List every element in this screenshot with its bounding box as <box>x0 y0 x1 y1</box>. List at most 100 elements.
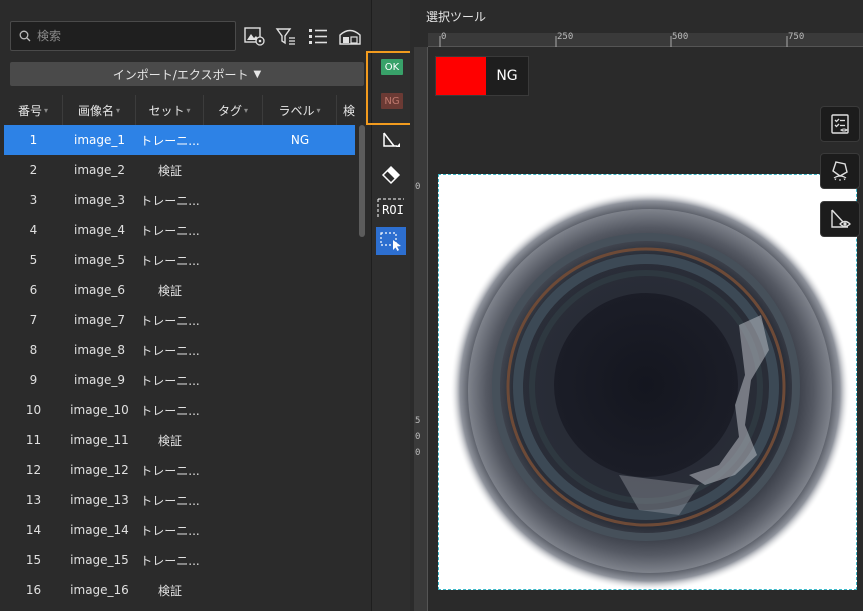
cell-image-name: image_8 <box>73 343 125 357</box>
table-row[interactable]: 14 image_14 トレーニ... <box>4 515 355 545</box>
column-header-image-name[interactable]: 画像名 ▾ <box>63 95 136 125</box>
table-row[interactable]: 8 image_8 トレーニ... <box>4 335 355 365</box>
cell-image-name: image_9 <box>73 373 125 387</box>
cell-number: 7 <box>29 313 38 327</box>
cell-label <box>263 425 337 455</box>
cell-label <box>263 335 337 365</box>
cell-label <box>263 365 337 395</box>
ok-label-button[interactable]: OK <box>381 59 403 75</box>
sort-icon: ▾ <box>186 105 191 115</box>
cell-number: 11 <box>25 433 42 447</box>
cell-number: 10 <box>25 403 42 417</box>
ruler-vertical <box>414 47 428 611</box>
table-row[interactable]: 4 image_4 トレーニ... <box>4 215 355 245</box>
inspection-image[interactable] <box>438 174 857 590</box>
filter-icon[interactable] <box>274 24 298 48</box>
eraser-icon[interactable] <box>376 160 406 188</box>
cell-label <box>263 275 337 305</box>
column-header-number[interactable]: 番号 ▾ <box>4 95 63 125</box>
cell-set: トレーニ... <box>140 193 200 208</box>
cell-tag <box>204 215 263 245</box>
polygon-tool-icon[interactable] <box>376 126 406 154</box>
cell-set: 検証 <box>157 163 182 178</box>
cell-tag <box>204 245 263 275</box>
ruler-tick-label: 0 <box>415 182 421 192</box>
cell-label <box>263 395 337 425</box>
cell-set: トレーニ... <box>140 493 200 508</box>
table-row[interactable]: 12 image_12 トレーニ... <box>4 455 355 485</box>
image-list-panel: インポート/エクスポート ▼ 番号▾ 画像名▾ セット▾ タグ▾ ラベル▾ 検 … <box>0 0 372 611</box>
cell-tag <box>204 125 263 155</box>
cell-label <box>263 215 337 245</box>
mask-view-icon[interactable] <box>820 201 860 237</box>
cell-verify <box>337 515 355 545</box>
column-header-tag[interactable]: タグ ▾ <box>204 95 263 125</box>
cell-verify <box>337 275 355 305</box>
search-input[interactable] <box>37 29 227 43</box>
cell-verify <box>337 335 355 365</box>
roi-tool-icon[interactable]: ROI <box>376 194 406 222</box>
ruler-tick-label: 0 <box>415 432 421 442</box>
cell-number: 2 <box>29 163 38 177</box>
table-scrollbar[interactable] <box>359 125 365 237</box>
table-row[interactable]: 1 image_1 トレーニ... NG <box>4 125 355 155</box>
cell-image-name: image_7 <box>73 313 125 327</box>
roi-label: ROI <box>382 203 404 217</box>
image-settings-icon[interactable] <box>243 24 267 48</box>
cell-verify <box>337 125 355 155</box>
select-tool-icon[interactable] <box>376 227 406 255</box>
cell-image-name: image_11 <box>70 433 129 447</box>
table-row[interactable]: 16 image_16 検証 <box>4 575 355 605</box>
column-header-verify[interactable]: 検 <box>337 95 359 125</box>
cell-set: トレーニ... <box>140 223 200 238</box>
cell-number: 9 <box>29 373 38 387</box>
cell-verify <box>337 455 355 485</box>
cell-tag <box>204 365 263 395</box>
table-row[interactable]: 3 image_3 トレーニ... <box>4 185 355 215</box>
import-export-button[interactable]: インポート/エクスポート ▼ <box>10 62 364 86</box>
table-row[interactable]: 15 image_15 トレーニ... <box>4 545 355 575</box>
cell-set: トレーニ... <box>140 253 200 268</box>
layout-icon[interactable] <box>338 24 362 48</box>
cell-number: 15 <box>25 553 42 567</box>
cell-verify <box>337 425 355 455</box>
ruler-tick-label: 5 <box>415 416 421 426</box>
cell-number: 13 <box>25 493 42 507</box>
cell-label <box>263 455 337 485</box>
polygon-view-icon[interactable] <box>820 153 860 189</box>
cell-verify <box>337 215 355 245</box>
search-box[interactable] <box>10 21 236 51</box>
cell-number: 4 <box>29 223 38 237</box>
cell-image-name: image_2 <box>73 163 125 177</box>
table-row[interactable]: 13 image_13 トレーニ... <box>4 485 355 515</box>
table-row[interactable]: 11 image_11 検証 <box>4 425 355 455</box>
table-row[interactable]: 6 image_6 検証 <box>4 275 355 305</box>
cell-tag <box>204 455 263 485</box>
table-row[interactable]: 5 image_5 トレーニ... <box>4 245 355 275</box>
cell-label <box>263 185 337 215</box>
column-header-set[interactable]: セット ▾ <box>136 95 204 125</box>
cell-set: トレーニ... <box>140 313 200 328</box>
cell-set: 検証 <box>157 583 182 598</box>
cell-set: 検証 <box>157 283 182 298</box>
cell-verify <box>337 395 355 425</box>
review-checklist-icon[interactable] <box>820 106 860 142</box>
cell-number: 14 <box>25 523 42 537</box>
table-row[interactable]: 7 image_7 トレーニ... <box>4 305 355 335</box>
cell-set: トレーニ... <box>140 523 200 538</box>
image-table-body: 1 image_1 トレーニ... NG 2 image_2 検証 3 image_3 トレーニ.… <box>4 125 355 605</box>
table-row[interactable]: 9 image_9 トレーニ... <box>4 365 355 395</box>
ng-label-button[interactable]: NG <box>381 93 403 109</box>
current-label-badge: NG <box>435 56 529 96</box>
cell-tag <box>204 545 263 575</box>
cell-set: トレーニ... <box>140 133 200 148</box>
table-row[interactable]: 2 image_2 検証 <box>4 155 355 185</box>
cell-verify <box>337 365 355 395</box>
search-icon <box>19 30 31 42</box>
column-header-label[interactable]: ラベル ▾ <box>263 95 337 125</box>
list-view-icon[interactable] <box>306 24 330 48</box>
table-row[interactable]: 10 image_10 トレーニ... <box>4 395 355 425</box>
cell-image-name: image_4 <box>73 223 125 237</box>
sort-icon: ▾ <box>316 105 321 115</box>
cell-number: 12 <box>25 463 42 477</box>
